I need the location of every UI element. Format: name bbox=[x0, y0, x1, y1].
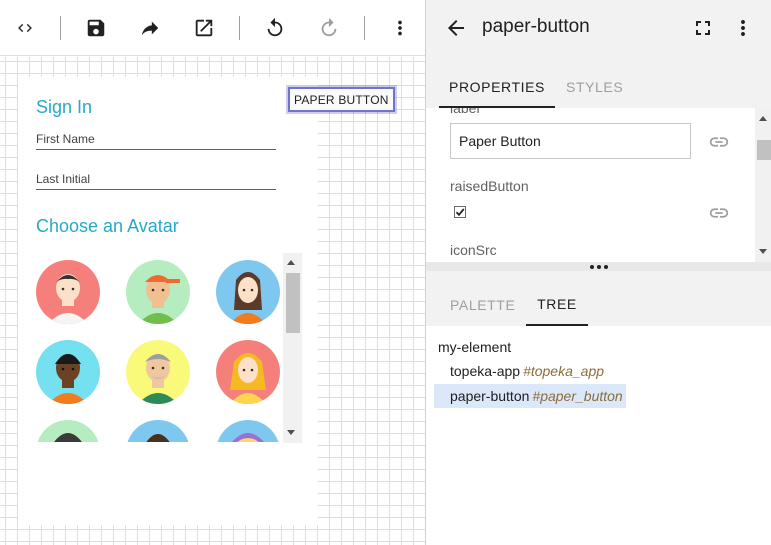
label-value-input[interactable]: Paper Button bbox=[450, 123, 691, 159]
tree-node-tag: paper-button bbox=[450, 388, 530, 404]
share-button[interactable] bbox=[136, 14, 164, 42]
code-icon bbox=[18, 23, 32, 33]
first-name-label: First Name bbox=[36, 132, 95, 146]
toolbar-divider bbox=[364, 16, 365, 40]
inspector-title: paper-button bbox=[482, 16, 590, 37]
tab-tree[interactable]: TREE bbox=[526, 284, 588, 326]
drag-dot bbox=[604, 264, 608, 269]
inspector-panel: paper-button PROPERTIES STYLES label Pap… bbox=[425, 0, 771, 545]
fullscreen-icon bbox=[696, 21, 710, 35]
avatar-old-man-icon bbox=[126, 340, 190, 404]
toolbar-divider bbox=[60, 16, 61, 40]
design-canvas[interactable]: Sign In First Name Last Initial Choose a… bbox=[0, 57, 425, 545]
more-vert-icon bbox=[741, 20, 745, 36]
tab-properties[interactable]: PROPERTIES bbox=[439, 66, 555, 108]
avatar-option[interactable] bbox=[216, 260, 280, 324]
bind-raised-button[interactable] bbox=[708, 202, 730, 224]
scrollbar-thumb[interactable] bbox=[286, 273, 300, 333]
tab-styles[interactable]: STYLES bbox=[566, 66, 623, 108]
last-initial-label: Last Initial bbox=[36, 172, 91, 186]
toolbar-divider bbox=[239, 16, 240, 40]
avatar-girl-icon bbox=[216, 260, 280, 324]
scrollbar-thumb[interactable] bbox=[757, 140, 771, 160]
avatar-cap-boy-icon bbox=[126, 260, 190, 324]
redo-icon bbox=[321, 17, 337, 37]
link-icon bbox=[709, 208, 729, 218]
editor-area: Sign In First Name Last Initial Choose a… bbox=[0, 0, 425, 545]
more-vert-icon bbox=[398, 20, 402, 36]
link-icon bbox=[709, 137, 729, 147]
inspector-header: paper-button PROPERTIES STYLES bbox=[426, 0, 771, 108]
tree-node-root[interactable]: my-element bbox=[438, 335, 511, 359]
avatar-list-scrollbar[interactable] bbox=[283, 253, 302, 443]
avatar-blonde-girl-icon bbox=[216, 340, 280, 404]
avatar-option[interactable] bbox=[126, 420, 190, 442]
tree-node-id: #paper_button bbox=[532, 388, 623, 404]
topeka-app-preview[interactable]: Sign In First Name Last Initial Choose a… bbox=[18, 77, 318, 525]
open-in-new-icon bbox=[195, 19, 213, 37]
prop-label-name: label bbox=[450, 108, 480, 116]
avatar-option[interactable] bbox=[36, 260, 100, 324]
panel-splitter-handle[interactable] bbox=[426, 262, 771, 271]
avatar-list[interactable] bbox=[28, 252, 308, 442]
scroll-down-arrow[interactable] bbox=[759, 249, 767, 254]
first-name-field[interactable]: First Name bbox=[36, 126, 276, 150]
editor-toolbar bbox=[0, 0, 425, 56]
scroll-down-arrow[interactable] bbox=[287, 430, 295, 435]
scroll-up-arrow[interactable] bbox=[287, 260, 295, 265]
undo-button[interactable] bbox=[261, 14, 289, 42]
scroll-up-arrow[interactable] bbox=[759, 116, 767, 121]
more-menu-button[interactable] bbox=[386, 14, 414, 42]
arrow-back-icon bbox=[448, 20, 464, 36]
drag-dot bbox=[597, 264, 601, 269]
tree-node-id: #topeka_app bbox=[523, 363, 605, 379]
avatar-option[interactable] bbox=[36, 420, 100, 442]
avatar-option[interactable] bbox=[216, 340, 280, 404]
open-external-button[interactable] bbox=[190, 14, 218, 42]
save-button[interactable] bbox=[82, 14, 110, 42]
avatar-option[interactable] bbox=[126, 340, 190, 404]
properties-scrollbar[interactable] bbox=[755, 108, 771, 262]
tree-node-paper-button[interactable]: paper-button #paper_button bbox=[434, 384, 626, 408]
avatar-boy-dark-icon bbox=[36, 340, 100, 404]
avatar-option[interactable] bbox=[126, 260, 190, 324]
avatar-brown-hair-icon bbox=[126, 420, 190, 442]
avatar-title: Choose an Avatar bbox=[36, 216, 179, 236]
avatar-option[interactable] bbox=[216, 420, 280, 442]
avatar-option[interactable] bbox=[36, 340, 100, 404]
back-button[interactable] bbox=[444, 16, 468, 40]
redo-button[interactable] bbox=[315, 14, 343, 42]
bottom-tab-bar: PALETTE TREE bbox=[426, 271, 771, 326]
tree-node-tag: my-element bbox=[438, 339, 512, 355]
properties-list: label Paper Button raisedButton iconSrc bbox=[426, 108, 771, 262]
avatar-dark-hair-icon bbox=[36, 420, 100, 442]
checkmark-icon bbox=[455, 208, 465, 217]
selected-paper-button[interactable]: PAPER BUTTON bbox=[288, 87, 395, 112]
raised-button-name: raisedButton bbox=[450, 178, 529, 194]
raised-button-checkbox[interactable] bbox=[454, 206, 466, 218]
icon-src-name: iconSrc bbox=[450, 242, 497, 258]
share-icon bbox=[141, 21, 159, 36]
last-initial-field[interactable]: Last Initial bbox=[36, 166, 276, 190]
tab-palette[interactable]: PALETTE bbox=[450, 284, 515, 326]
bind-label-button[interactable] bbox=[708, 131, 730, 153]
tree-node-topeka-app[interactable]: topeka-app #topeka_app bbox=[450, 359, 604, 383]
sign-in-title: Sign In bbox=[36, 97, 93, 117]
code-view-button[interactable] bbox=[11, 14, 39, 42]
tree-node-tag: topeka-app bbox=[450, 363, 521, 379]
avatar-boy-icon bbox=[36, 260, 100, 324]
undo-icon bbox=[267, 17, 283, 37]
drag-dot bbox=[590, 264, 594, 269]
inspector-menu-button[interactable] bbox=[731, 16, 755, 40]
save-icon bbox=[87, 19, 105, 37]
fullscreen-button[interactable] bbox=[691, 16, 715, 40]
element-tree: my-element topeka-app #topeka_app paper-b… bbox=[426, 326, 771, 545]
avatar-purple-hair-icon bbox=[216, 420, 280, 442]
